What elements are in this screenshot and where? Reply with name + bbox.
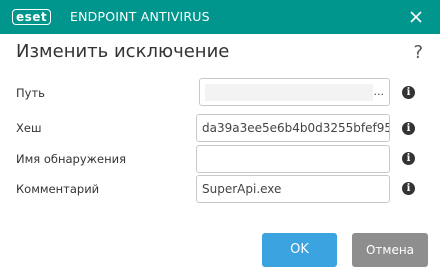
browse-button[interactable]: ... [374, 79, 385, 105]
help-button[interactable]: ? [413, 42, 423, 63]
ok-button[interactable]: OK [262, 233, 337, 267]
logo-text: eset [12, 9, 52, 25]
eset-logo: eset [12, 8, 52, 26]
info-icon[interactable]: i [402, 182, 415, 195]
path-field[interactable]: ... [199, 78, 390, 106]
comment-field[interactable]: SuperApi.exe [196, 175, 390, 203]
path-value [205, 84, 373, 101]
path-label: Путь [16, 86, 45, 100]
info-icon[interactable]: i [402, 86, 415, 99]
detection-name-field[interactable] [196, 145, 390, 173]
comment-label: Комментарий [16, 182, 100, 196]
app-title: ENDPOINT ANTIVIRUS [70, 9, 210, 24]
close-button[interactable] [408, 9, 424, 25]
close-icon [410, 11, 422, 23]
cancel-button[interactable]: Отмена [352, 233, 428, 267]
dialog-title: Изменить исключение [16, 41, 230, 62]
hash-label: Хеш [16, 121, 42, 135]
info-icon[interactable]: i [402, 122, 415, 135]
title-bar: eset ENDPOINT ANTIVIRUS [0, 0, 440, 34]
hash-field[interactable]: da39a3ee5e6b4b0d3255bfef956 [196, 114, 390, 142]
detection-name-label: Имя обнаружения [16, 152, 126, 166]
info-icon[interactable]: i [402, 152, 415, 165]
